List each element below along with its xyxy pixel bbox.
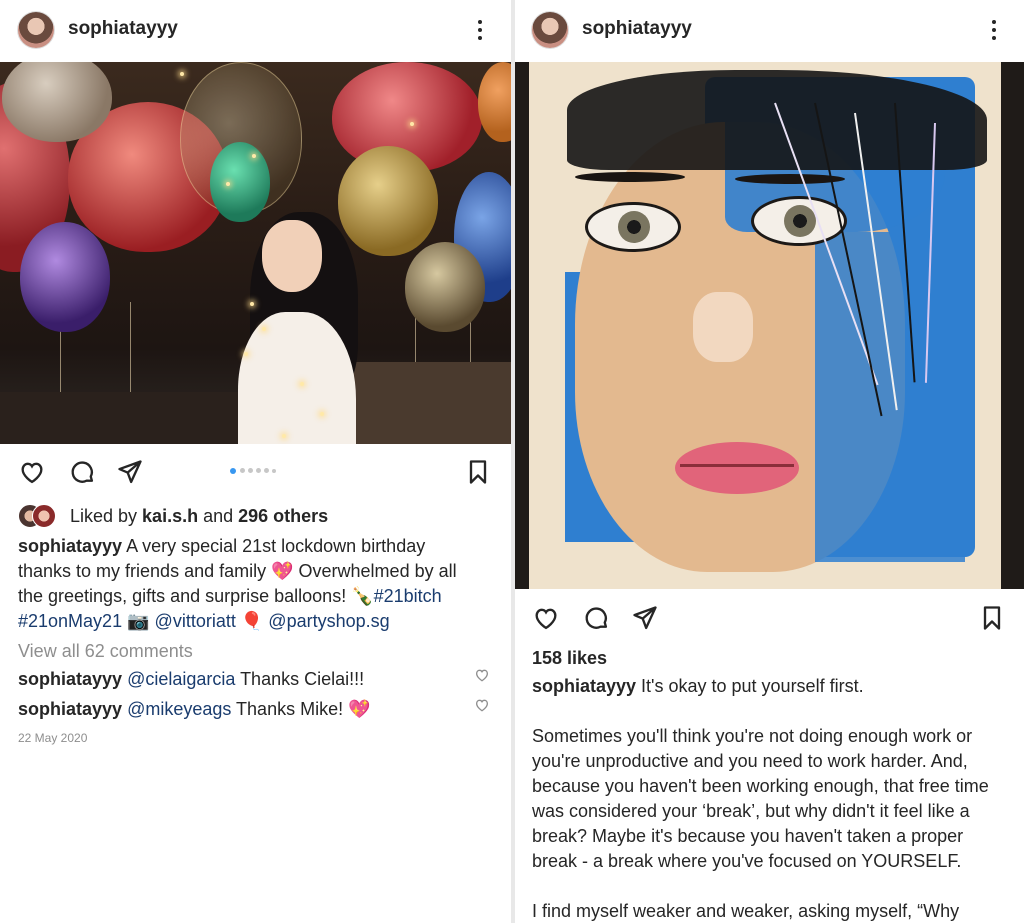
liked-by-user[interactable]: kai.s.h — [142, 506, 198, 526]
heart-emoji: 💖 — [348, 699, 371, 719]
post-username[interactable]: sophiatayyy — [582, 18, 692, 40]
caption-line: the greetings, gifts and surprise balloo… — [18, 586, 352, 606]
mention[interactable]: @vittoriatt — [155, 611, 236, 631]
bottle-emoji: 🍾 — [351, 586, 374, 606]
caption-line: A very special 21st lockdown birthday — [126, 536, 426, 556]
hashtag[interactable]: #21onMay21 — [18, 611, 122, 631]
heart-emoji: 💖 — [271, 561, 294, 581]
likes-prefix: Liked by — [70, 506, 143, 526]
mention[interactable]: @mikeyeags — [127, 699, 231, 719]
post-photo[interactable] — [0, 62, 511, 444]
avatar[interactable] — [532, 12, 568, 48]
likes-line: Liked by kai.s.h and 296 others — [70, 504, 328, 529]
heart-icon[interactable] — [532, 604, 560, 632]
caption: sophiatayyy A very special 21st lockdown… — [18, 534, 498, 634]
comment-username[interactable]: sophiatayyy — [18, 669, 122, 689]
liked-by-avatars[interactable] — [18, 504, 62, 528]
balloon-emoji: 🎈 — [240, 611, 264, 631]
post-header: sophiatayyy — [515, 0, 1024, 60]
share-icon[interactable] — [116, 458, 144, 486]
likes-middle: and — [198, 506, 239, 526]
post-date: 22 May 2020 — [18, 731, 88, 745]
caption-line: It's okay to put yourself first. — [636, 676, 864, 696]
post-username[interactable]: sophiatayyy — [68, 18, 178, 40]
likes-others[interactable]: 296 others — [238, 506, 328, 526]
avatar[interactable] — [18, 12, 54, 48]
caption-line: thanks to my friends and family — [18, 561, 272, 581]
more-icon[interactable] — [982, 18, 1006, 42]
mention[interactable]: @partyshop.sg — [268, 611, 389, 631]
bookmark-icon[interactable] — [978, 604, 1006, 632]
caption-line: break - a break where you've focused on … — [532, 851, 962, 871]
post-photo[interactable] — [515, 62, 1024, 589]
comment-text: Thanks Mike! — [231, 699, 349, 719]
action-bar — [515, 596, 1024, 640]
comment-like-heart-icon[interactable] — [474, 697, 490, 713]
caption-username[interactable]: sophiatayyy — [18, 536, 122, 556]
bookmark-icon[interactable] — [464, 458, 492, 486]
action-bar — [0, 450, 511, 494]
caption-line: was considered your ‘break’, but why did… — [532, 801, 970, 821]
share-icon[interactable] — [631, 604, 659, 632]
more-icon[interactable] — [468, 18, 492, 42]
caption-line: because you haven't been working enough,… — [532, 776, 989, 796]
caption-line: I find myself weaker and weaker, asking … — [532, 901, 960, 921]
comment-username[interactable]: sophiatayyy — [18, 699, 122, 719]
comment-row: sophiatayyy @cielaigarcia Thanks Cielai!… — [18, 667, 364, 692]
post-right: sophiatayyy 158 likes sophiatayyy It's o… — [515, 0, 1024, 923]
caption-line: Overwhelmed by all — [293, 561, 457, 581]
caption-paragraph: Sometimes you'll think you're not doing … — [532, 724, 1022, 874]
view-comments-link[interactable]: View all 62 comments — [18, 639, 193, 664]
post-header: sophiatayyy — [0, 0, 511, 60]
comment-icon[interactable] — [68, 458, 96, 486]
caption-line: you're unproductive and you need to work… — [532, 751, 968, 771]
caption-username[interactable]: sophiatayyy — [532, 676, 636, 696]
caption-line: break? Maybe it's because you haven't ta… — [532, 826, 964, 846]
likes-count[interactable]: 158 likes — [532, 646, 607, 671]
caption: sophiatayyy It's okay to put yourself fi… — [532, 674, 1017, 699]
post-left: sophiatayyy Liked by kai.s.h and 296 oth… — [0, 0, 511, 923]
comment-like-heart-icon[interactable] — [474, 667, 490, 683]
comment-text: Thanks Cielai!!! — [235, 669, 365, 689]
heart-icon[interactable] — [18, 458, 46, 486]
hashtag[interactable]: #21bitch — [374, 586, 442, 606]
caption-line: Sometimes you'll think you're not doing … — [532, 726, 973, 746]
comment-icon[interactable] — [582, 604, 610, 632]
mention[interactable]: @cielaigarcia — [127, 669, 235, 689]
camera-emoji: 📷 — [127, 611, 150, 631]
comment-row: sophiatayyy @mikeyeags Thanks Mike! 💖 — [18, 697, 371, 722]
